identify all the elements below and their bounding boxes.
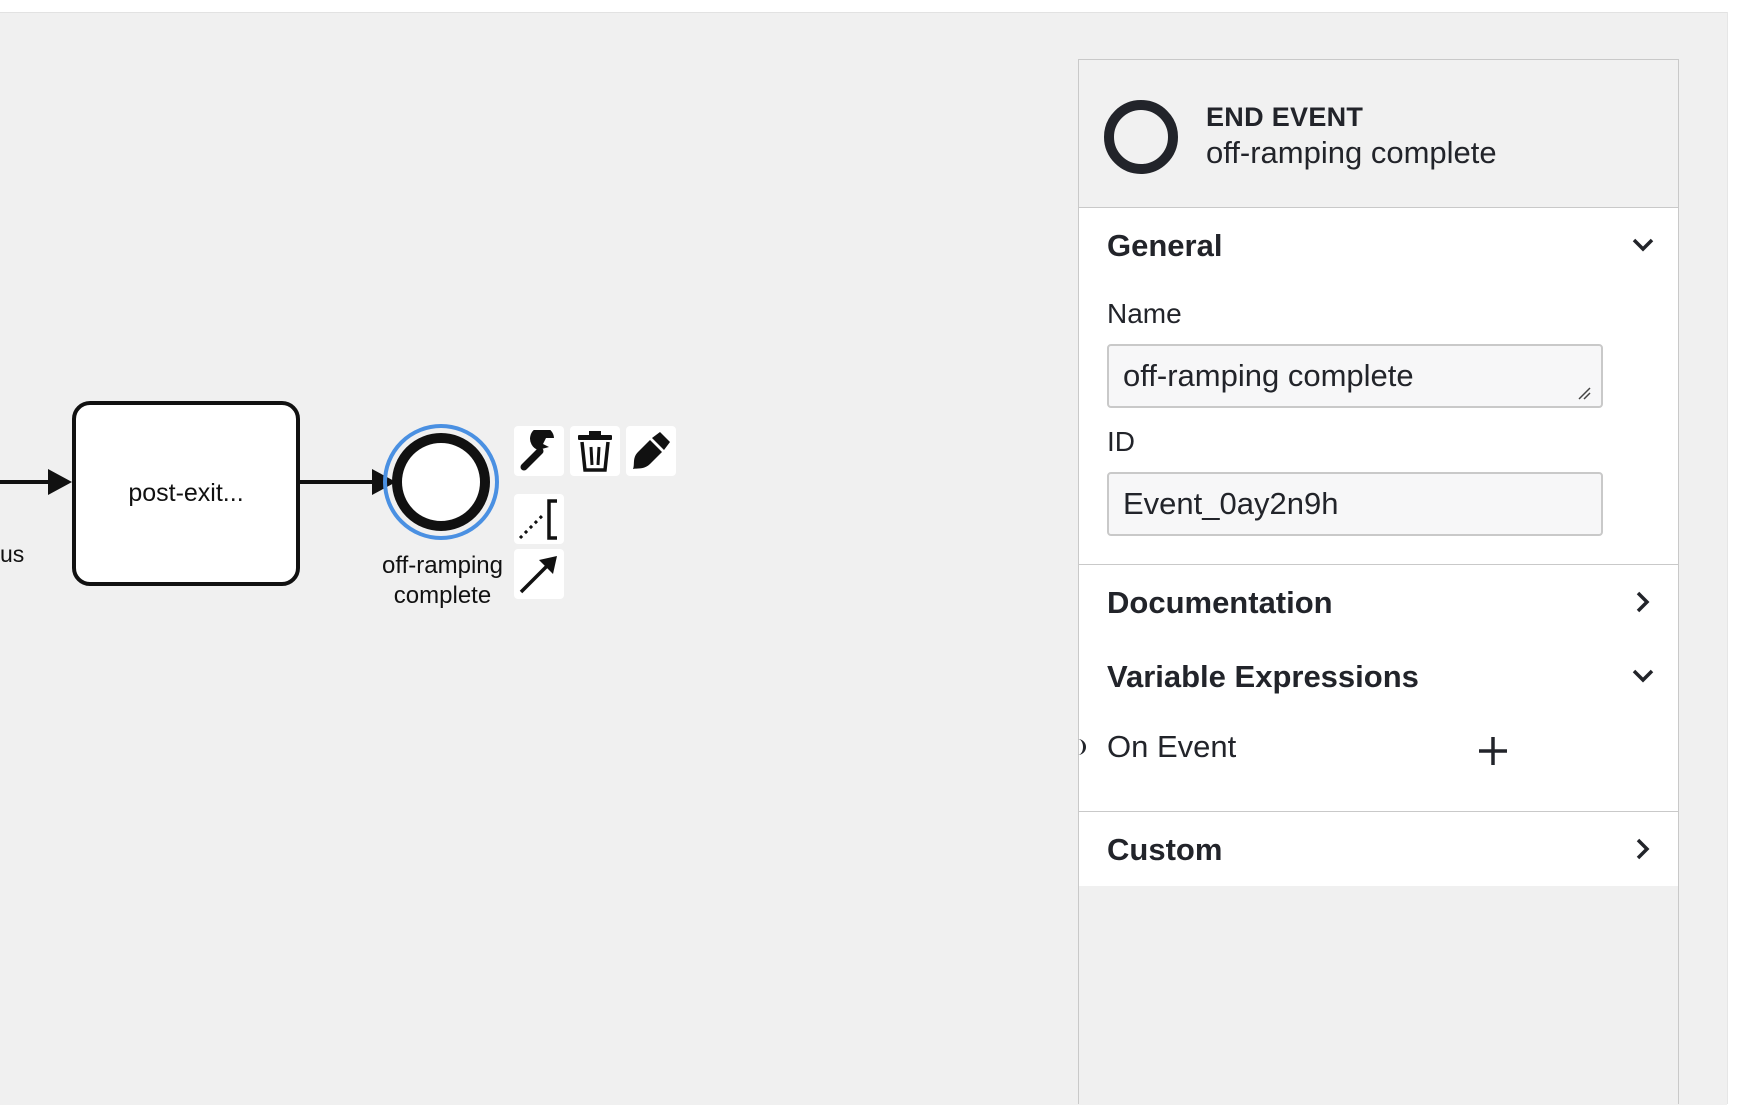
group-custom-header[interactable]: Custom <box>1079 812 1678 886</box>
panel-header: END EVENT off-ramping complete <box>1079 60 1678 208</box>
group-general-header[interactable]: General <box>1079 208 1678 282</box>
group-title-custom: Custom <box>1107 832 1223 867</box>
end-event-label-line2: complete <box>393 582 492 609</box>
group-title-general: General <box>1107 228 1223 263</box>
on-event-label: On Event <box>1107 729 1237 764</box>
collapse-handle-icon <box>1075 739 1086 755</box>
task-post-exit[interactable]: post-exit... <box>72 401 300 586</box>
chevron-right-icon <box>1636 838 1650 860</box>
id-label: ID <box>1107 426 1135 457</box>
paintbrush-icon[interactable] <box>626 426 676 476</box>
end-event-label-line1: off-ramping <box>382 552 503 579</box>
chevron-down-icon <box>1632 669 1654 683</box>
partial-task-label: us <box>0 541 25 567</box>
add-icon[interactable] <box>1477 735 1509 767</box>
group-title-variable-expressions: Variable Expressions <box>1107 659 1419 694</box>
group-documentation-and-variables: Documentation Variable Expressions On Ev… <box>1079 565 1678 812</box>
id-field-value: Event_0ay2n9h <box>1123 486 1339 521</box>
group-documentation-header[interactable]: Documentation <box>1079 565 1678 639</box>
end-event-label[interactable]: off-ramping complete <box>360 551 525 611</box>
chevron-right-icon <box>1636 591 1650 613</box>
id-field[interactable]: Event_0ay2n9h <box>1107 472 1603 536</box>
name-label: Name <box>1107 298 1182 329</box>
connect-arrow-icon[interactable] <box>514 549 564 599</box>
modeler-app: us post-exit... off-ramping complete END… <box>0 0 1744 1105</box>
text-annotation-icon[interactable] <box>514 494 564 544</box>
element-type: END EVENT <box>1206 102 1364 132</box>
properties-panel: END EVENT off-ramping complete General N… <box>1078 59 1679 1104</box>
task-label: post-exit... <box>128 479 244 507</box>
chevron-down-icon <box>1632 238 1654 252</box>
end-event-icon <box>1104 100 1178 174</box>
vertical-scrollbar[interactable] <box>1727 12 1744 1104</box>
group-general: General Name off-ramping complete ID Eve… <box>1079 208 1678 565</box>
resize-handle-icon[interactable] <box>1577 386 1591 400</box>
end-event[interactable] <box>392 433 490 531</box>
on-event-list-item[interactable]: On Event <box>1079 725 1678 775</box>
group-title-documentation: Documentation <box>1107 585 1333 620</box>
group-variable-expressions-header[interactable]: Variable Expressions <box>1079 639 1678 713</box>
trash-icon[interactable] <box>570 426 620 476</box>
name-field-value: off-ramping complete <box>1123 358 1414 393</box>
wrench-icon[interactable] <box>514 426 564 476</box>
name-field[interactable]: off-ramping complete <box>1107 344 1603 408</box>
arrowhead-in <box>48 469 72 495</box>
element-name: off-ramping complete <box>1206 135 1497 170</box>
group-custom: Custom <box>1079 812 1678 886</box>
